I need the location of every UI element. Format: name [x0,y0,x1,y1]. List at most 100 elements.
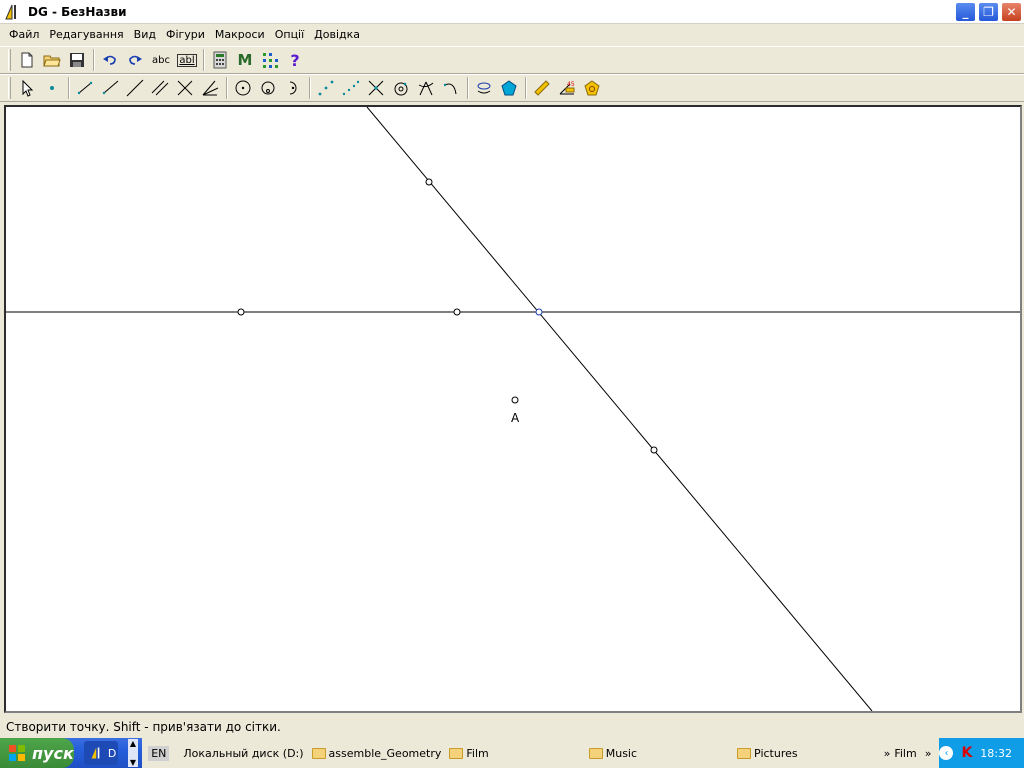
toolbar-grip[interactable] [8,49,11,71]
folder-icon [588,747,603,759]
folder-icon [737,747,752,759]
toolbar-separator [93,49,95,71]
menu-bar: Файл Редагування Вид Фігури Макроси Опці… [0,25,1024,45]
toolbar-separator [309,77,311,99]
macro-m-icon[interactable]: M [233,48,257,72]
line-icon[interactable] [123,76,147,100]
abc-label: abc [152,54,170,66]
menu-macros[interactable]: Макроси [210,25,270,45]
help-question-icon[interactable]: ? [283,48,307,72]
windows-flag-icon [9,745,25,761]
tray-expand-icon[interactable]: ‹ [939,746,954,760]
help-label: ? [290,50,300,70]
taskbar: пуск D ▲ ▼ EN Локальный диск (D:) assemb… [0,738,1024,768]
quicklaunch-scroll[interactable]: ▲ ▼ [127,739,139,767]
text-abc-icon[interactable]: abc [148,48,174,72]
menu-view[interactable]: Вид [129,25,161,45]
geometry-toolbar: 45 [0,74,1024,102]
close-button[interactable]: ✕ [1001,2,1022,22]
point-slanted-2 [650,446,658,454]
toolbar-separator [68,77,70,99]
macro-m-label: M [237,51,253,69]
macro-gear-icon[interactable] [580,76,604,100]
folder-pictures[interactable]: Pictures [737,747,798,760]
polygon-icon[interactable] [497,76,521,100]
system-tray: ‹ K 18:32 [939,738,1024,768]
toolbar-separator [226,77,228,99]
point-horizontal-2 [453,308,461,316]
menu-edit[interactable]: Редагування [44,25,128,45]
clock[interactable]: 18:32 [980,747,1012,760]
arc-icon[interactable] [281,76,305,100]
app-logo-icon [5,4,16,19]
divide-segment-icon[interactable] [339,76,363,100]
drive-link[interactable]: Локальный диск (D:) [183,747,303,760]
grid-dots-icon[interactable] [258,48,282,72]
intersection-icon[interactable] [364,76,388,100]
save-icon[interactable] [65,48,89,72]
angle-bisector-icon[interactable] [198,76,222,100]
address-toolbar: EN Локальный диск (D:) assemble_Geometry… [142,738,940,768]
folder-film[interactable]: Film [449,746,489,760]
point-icon[interactable] [40,76,64,100]
curve-icon[interactable] [439,76,463,100]
scroll-down-icon[interactable]: ▼ [130,758,136,767]
locus-icon[interactable] [472,76,496,100]
measure-icon[interactable]: 45 [555,76,579,100]
segment-icon[interactable] [73,76,97,100]
maximize-button[interactable]: ❐ [978,2,999,22]
toolbar-separator [203,49,205,71]
language-indicator[interactable]: EN [148,745,170,761]
toolbar-separator [467,77,469,99]
svg-text:45: 45 [567,81,575,88]
undo-icon[interactable] [98,48,122,72]
folder-label: Film [466,746,489,760]
main-toolbar: abc abl M ? [0,46,1024,74]
folder-assemble-geometry[interactable]: assemble_Geometry [311,746,442,760]
menu-shapes[interactable]: Фігури [161,25,210,45]
calculator-icon[interactable] [208,48,232,72]
more-chevron-icon[interactable]: » [925,747,932,760]
window-title: DG - БезНазви [28,4,127,19]
start-button[interactable]: пуск [0,738,74,768]
geometry-drawing[interactable]: A [6,107,1020,711]
ray-icon[interactable] [98,76,122,100]
minimize-button[interactable]: _ [955,2,976,22]
antivirus-k-icon[interactable]: K [961,745,972,761]
toolbar-grip[interactable] [8,77,11,99]
point-intersection [535,308,543,316]
open-folder-icon[interactable] [40,48,64,72]
menu-help[interactable]: Довідка [309,25,365,45]
select-arrow-icon[interactable] [15,76,39,100]
parallel-icon[interactable] [148,76,172,100]
label-abl-icon[interactable]: abl [175,48,199,72]
menu-file[interactable]: Файл [4,25,44,45]
folder-label: Music [605,746,638,760]
folder-label: assemble_Geometry [328,746,442,760]
folder-music[interactable]: Music [588,746,638,760]
start-label: пуск [32,743,74,763]
compass-icon[interactable] [414,76,438,100]
circle-center-icon[interactable] [231,76,255,100]
folder-icon [311,747,326,759]
new-file-icon[interactable] [15,48,39,72]
app-logo-icon [91,747,100,759]
perpendicular-icon[interactable] [173,76,197,100]
ruler-icon[interactable] [530,76,554,100]
film-toolbar-label[interactable]: Film [894,747,916,760]
midpoint-icon[interactable] [314,76,338,100]
toolbar-separator [525,77,527,99]
circle-three-points-icon[interactable] [256,76,280,100]
drive-label: Локальный диск (D:) [183,746,304,760]
taskbar-app-dg[interactable]: D [83,741,118,765]
more-chevron-icon[interactable]: » [884,747,891,760]
menu-options[interactable]: Опції [270,25,309,45]
drawing-canvas[interactable]: A [4,105,1022,713]
taskbar-app-label: D [107,746,117,760]
scroll-up-icon[interactable]: ▲ [130,739,136,748]
point-on-circle-icon[interactable] [389,76,413,100]
title-bar: DG - БезНазви _ ❐ ✕ [0,0,1024,24]
redo-icon[interactable] [123,48,147,72]
status-text: Створити точку. Shift - прив'язати до сі… [6,720,281,734]
abl-label: abl [177,53,197,67]
